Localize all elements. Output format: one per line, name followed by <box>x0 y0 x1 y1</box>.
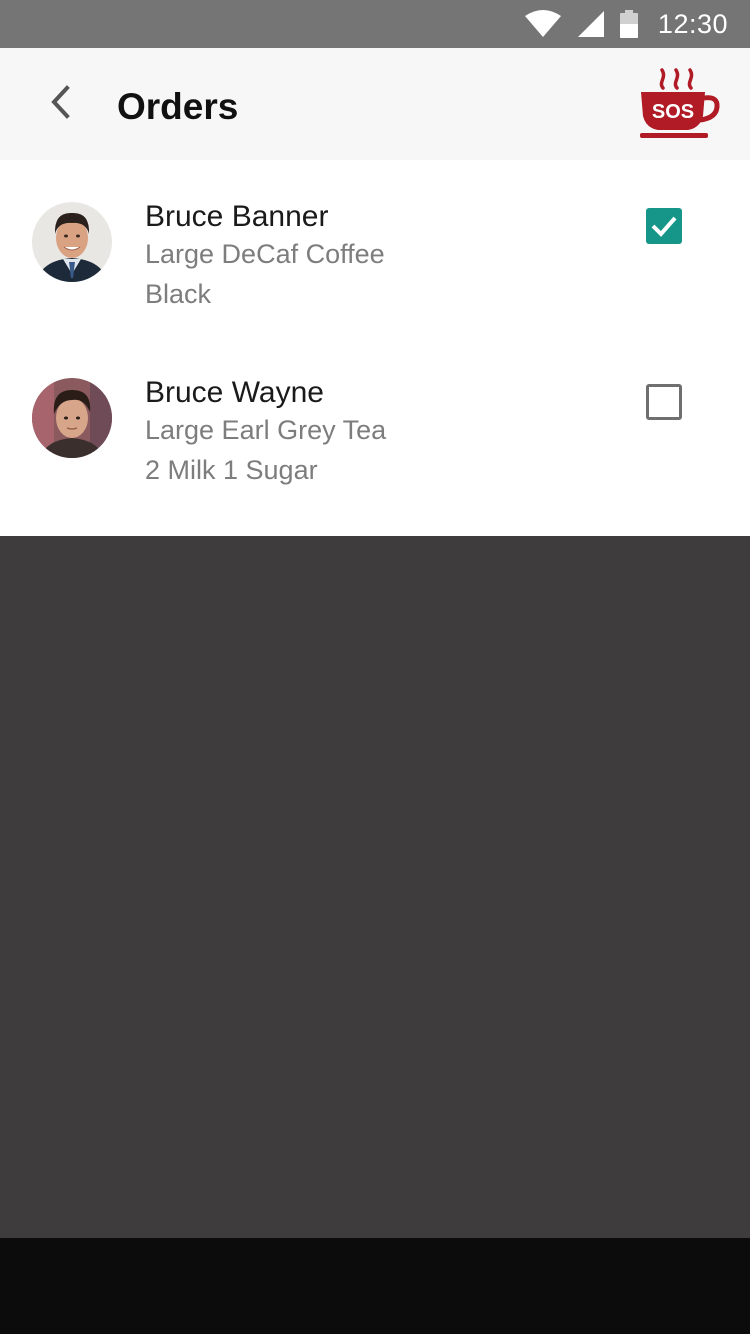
order-item: Large DeCaf Coffee <box>145 239 385 269</box>
system-navigation-bar <box>0 1238 750 1334</box>
logo-text: SOS <box>652 101 694 123</box>
cell-signal-icon <box>576 10 606 38</box>
empty-background <box>0 536 750 1238</box>
order-row-bruce-wayne[interactable]: Bruce Wayne Large Earl Grey Tea 2 Milk 1… <box>0 366 750 516</box>
order-row-bruce-banner[interactable]: Bruce Banner Large DeCaf Coffee Black <box>0 190 750 340</box>
status-time: 12:30 <box>657 8 728 39</box>
avatar-bruce-wayne <box>32 378 112 458</box>
battery-icon <box>619 10 638 38</box>
order-name: Bruce Banner <box>145 200 329 233</box>
orders-list: Bruce Banner Large DeCaf Coffee Black Br… <box>0 160 750 536</box>
order-checkbox-checked[interactable] <box>646 208 682 244</box>
checkmark-icon <box>646 216 682 248</box>
page-title: Orders <box>117 86 239 127</box>
app-bar: Orders SOS <box>0 48 750 160</box>
order-note: 2 Milk 1 Sugar <box>145 455 318 485</box>
order-item: Large Earl Grey Tea <box>145 415 387 445</box>
wifi-icon <box>524 10 562 38</box>
chevron-left-icon <box>49 84 71 124</box>
sos-coffee-logo: SOS <box>636 66 722 142</box>
order-checkbox-unchecked[interactable] <box>646 384 682 420</box>
avatar-bruce-banner <box>32 202 112 282</box>
order-name: Bruce Wayne <box>145 376 324 409</box>
status-bar: 12:30 <box>0 0 750 48</box>
order-note: Black <box>145 279 212 309</box>
back-button[interactable] <box>30 74 90 134</box>
